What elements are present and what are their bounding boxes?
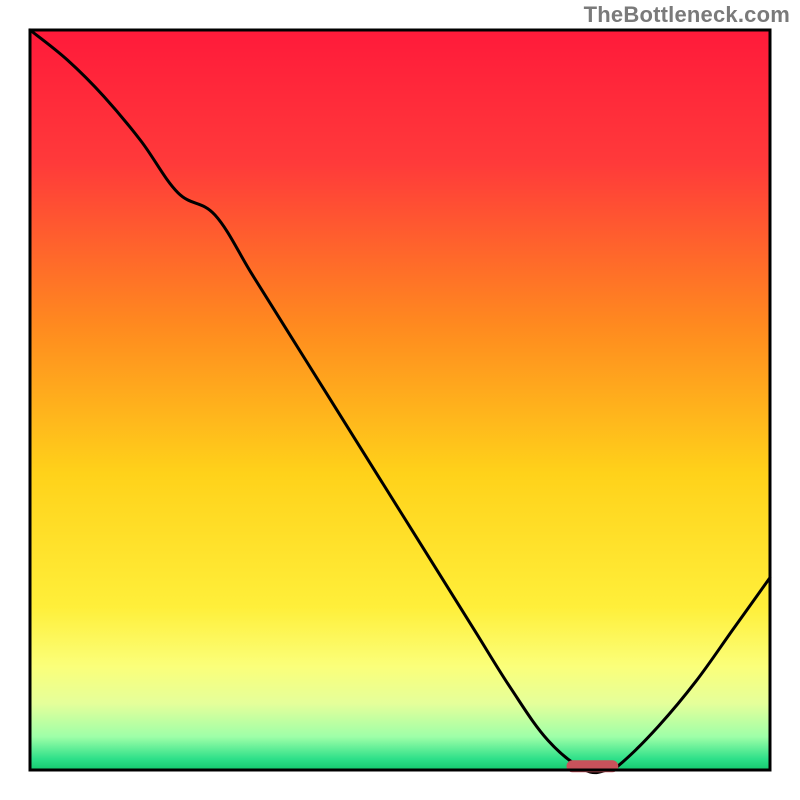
plot-area xyxy=(30,30,770,773)
bottleneck-chart xyxy=(0,0,800,800)
watermark-text: TheBottleneck.com xyxy=(584,2,790,28)
chart-container: TheBottleneck.com xyxy=(0,0,800,800)
